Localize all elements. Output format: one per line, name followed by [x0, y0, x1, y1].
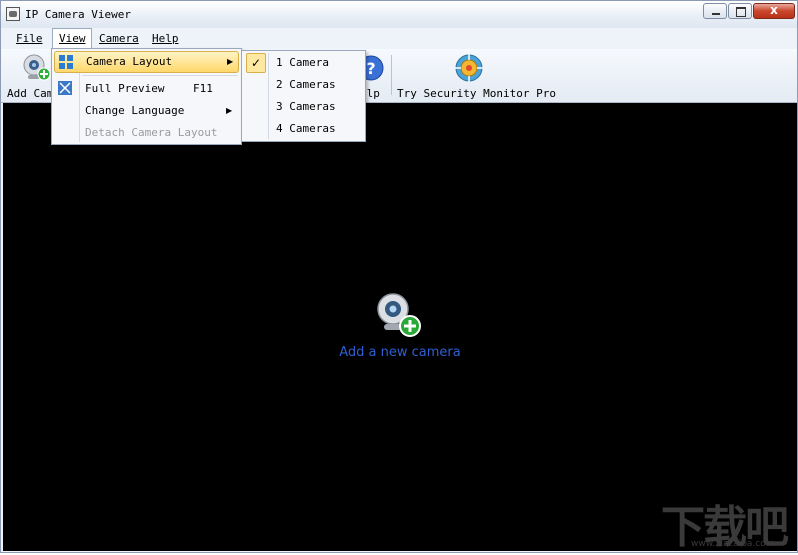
menu-detach-layout: Detach Camera Layout — [54, 122, 239, 144]
add-camera-button[interactable]: Add Cam — [3, 51, 54, 101]
layout-option-3[interactable]: 3 Cameras — [244, 96, 363, 118]
change-language-label: Change Language — [85, 104, 185, 117]
window-title: IP Camera Viewer — [25, 8, 131, 21]
camera-layout-submenu: ✓ 1 Camera 2 Cameras 3 Cameras 4 Cameras — [241, 50, 366, 142]
menu-camera-label: Camera — [99, 32, 139, 45]
menu-view-label: View — [59, 32, 86, 45]
menu-file[interactable]: File — [10, 28, 49, 49]
menu-bar: File View Camera Help — [1, 28, 797, 49]
menu-file-label: File — [16, 32, 43, 45]
menu-full-preview[interactable]: Full Preview F11 — [54, 78, 239, 100]
menu-help[interactable]: Help — [146, 28, 185, 49]
layout-option-1[interactable]: ✓ 1 Camera — [244, 52, 363, 74]
app-camera-icon — [6, 7, 20, 21]
app-window: IP Camera Viewer x File View Camera Help… — [0, 0, 798, 553]
layout-option-4[interactable]: 4 Cameras — [244, 118, 363, 140]
detach-layout-label: Detach Camera Layout — [85, 126, 218, 139]
toolbar-separator — [391, 55, 392, 95]
target-icon — [455, 54, 483, 82]
layout-option-label: 1 Camera — [276, 56, 329, 69]
layout-option-2[interactable]: 2 Cameras — [244, 74, 363, 96]
watermark-url: www.xiazaiba.com — [691, 539, 775, 549]
submenu-arrow-icon: ▶ — [226, 106, 233, 115]
fullscreen-icon — [58, 81, 72, 95]
minimize-button[interactable] — [703, 3, 727, 19]
menu-view[interactable]: View — [52, 28, 92, 49]
webcam-add-icon — [23, 54, 51, 81]
view-menu-dropdown: Camera Layout ▶ Full Preview F11 Change … — [51, 48, 242, 145]
close-icon: x — [770, 3, 778, 17]
title-bar[interactable]: IP Camera Viewer x — [1, 1, 797, 29]
svg-text:?: ? — [366, 59, 375, 78]
full-preview-label: Full Preview — [85, 82, 165, 95]
grid-icon — [59, 55, 73, 69]
camera-viewport[interactable]: Add a new camera 下载吧 www.xiazaiba.com — [3, 103, 797, 553]
camera-layout-label: Camera Layout — [86, 55, 173, 68]
add-camera-label: Add Cam — [7, 87, 54, 100]
menu-help-label: Help — [152, 32, 179, 45]
layout-option-label: 4 Cameras — [276, 122, 336, 135]
full-preview-shortcut: F11 — [193, 82, 213, 95]
maximize-button[interactable] — [728, 3, 752, 19]
menu-separator — [82, 75, 238, 76]
menu-camera[interactable]: Camera — [93, 28, 145, 49]
layout-option-label: 2 Cameras — [276, 78, 336, 91]
add-new-camera-link[interactable]: Add a new camera — [3, 345, 797, 360]
try-pro-button[interactable]: Try Security Monitor Pro — [395, 51, 556, 101]
layout-option-label: 3 Cameras — [276, 100, 336, 113]
menu-camera-layout[interactable]: Camera Layout ▶ — [54, 51, 239, 73]
try-pro-label: Try Security Monitor Pro — [397, 87, 556, 100]
webcam-add-icon — [377, 293, 421, 337]
check-icon: ✓ — [246, 53, 266, 73]
submenu-arrow-icon: ▶ — [227, 57, 234, 66]
close-button[interactable]: x — [753, 3, 795, 19]
menu-change-language[interactable]: Change Language ▶ — [54, 100, 239, 122]
